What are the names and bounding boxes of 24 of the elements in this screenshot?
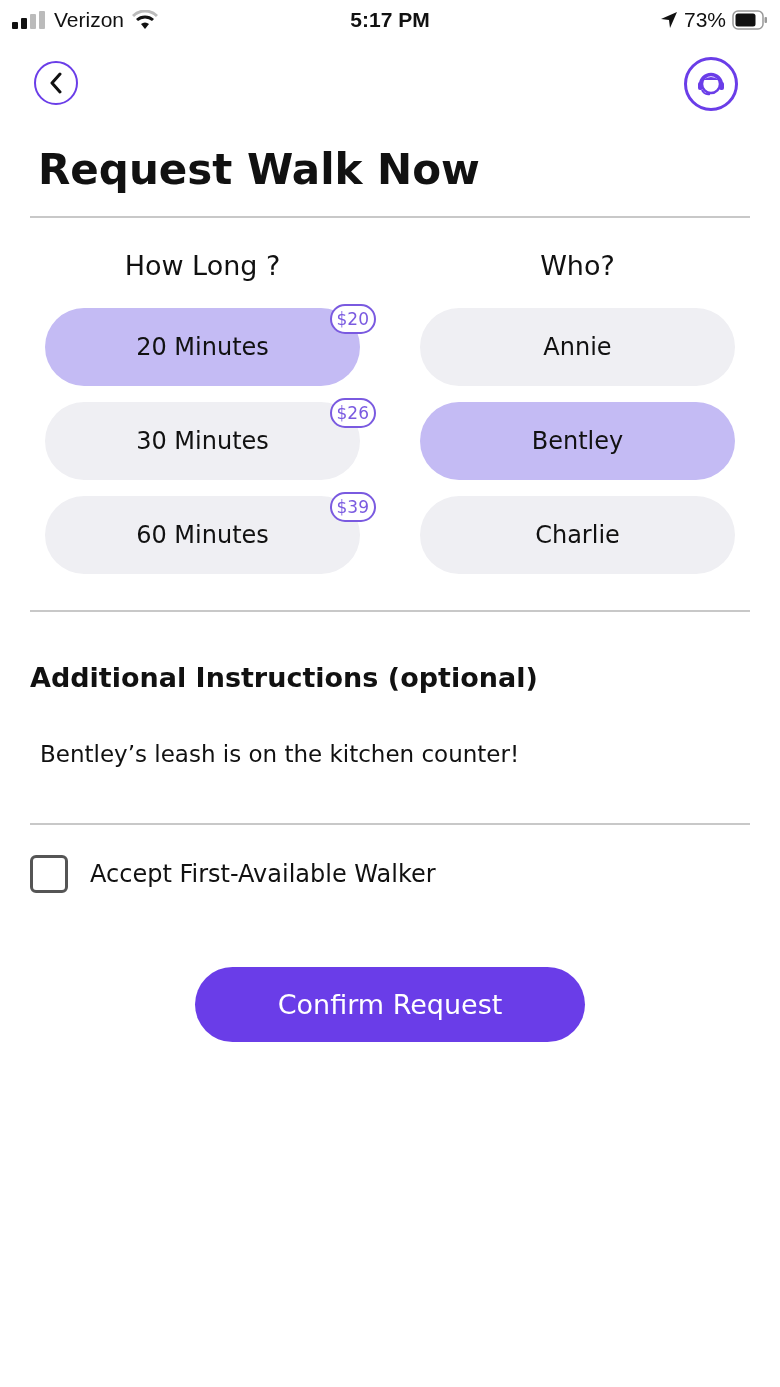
price-badge: $20 — [329, 304, 376, 334]
price-badge: $39 — [329, 492, 376, 522]
status-time: 5:17 PM — [350, 8, 430, 32]
back-button[interactable] — [34, 61, 78, 105]
support-button[interactable] — [684, 57, 738, 111]
price-badge: $26 — [329, 398, 376, 428]
duration-heading: How Long ? — [123, 250, 282, 283]
location-arrow-icon — [659, 11, 678, 29]
instructions-text[interactable]: Bentley’s leash is on the kitchen counter! — [0, 693, 780, 823]
dog-option[interactable]: Bentley — [420, 402, 735, 480]
confirm-button[interactable]: Confirm Request — [195, 967, 585, 1042]
dog-option[interactable]: Annie — [420, 308, 735, 386]
page-title: Request Walk Now — [37, 144, 481, 196]
battery-percent: 73% — [683, 8, 726, 32]
carrier-name: Verizon — [54, 8, 125, 32]
checkbox[interactable] — [30, 855, 68, 893]
wifi-icon — [132, 10, 159, 30]
dog-option[interactable]: Charlie — [420, 496, 735, 574]
chevron-left-icon — [49, 72, 63, 94]
dog-heading: Who? — [539, 250, 616, 283]
instructions-heading: Additional Instructions (optional) — [29, 661, 539, 693]
battery-icon — [732, 10, 768, 30]
signal-icon — [12, 11, 46, 29]
checkbox-label: Accept First-Available Walker — [90, 860, 436, 888]
